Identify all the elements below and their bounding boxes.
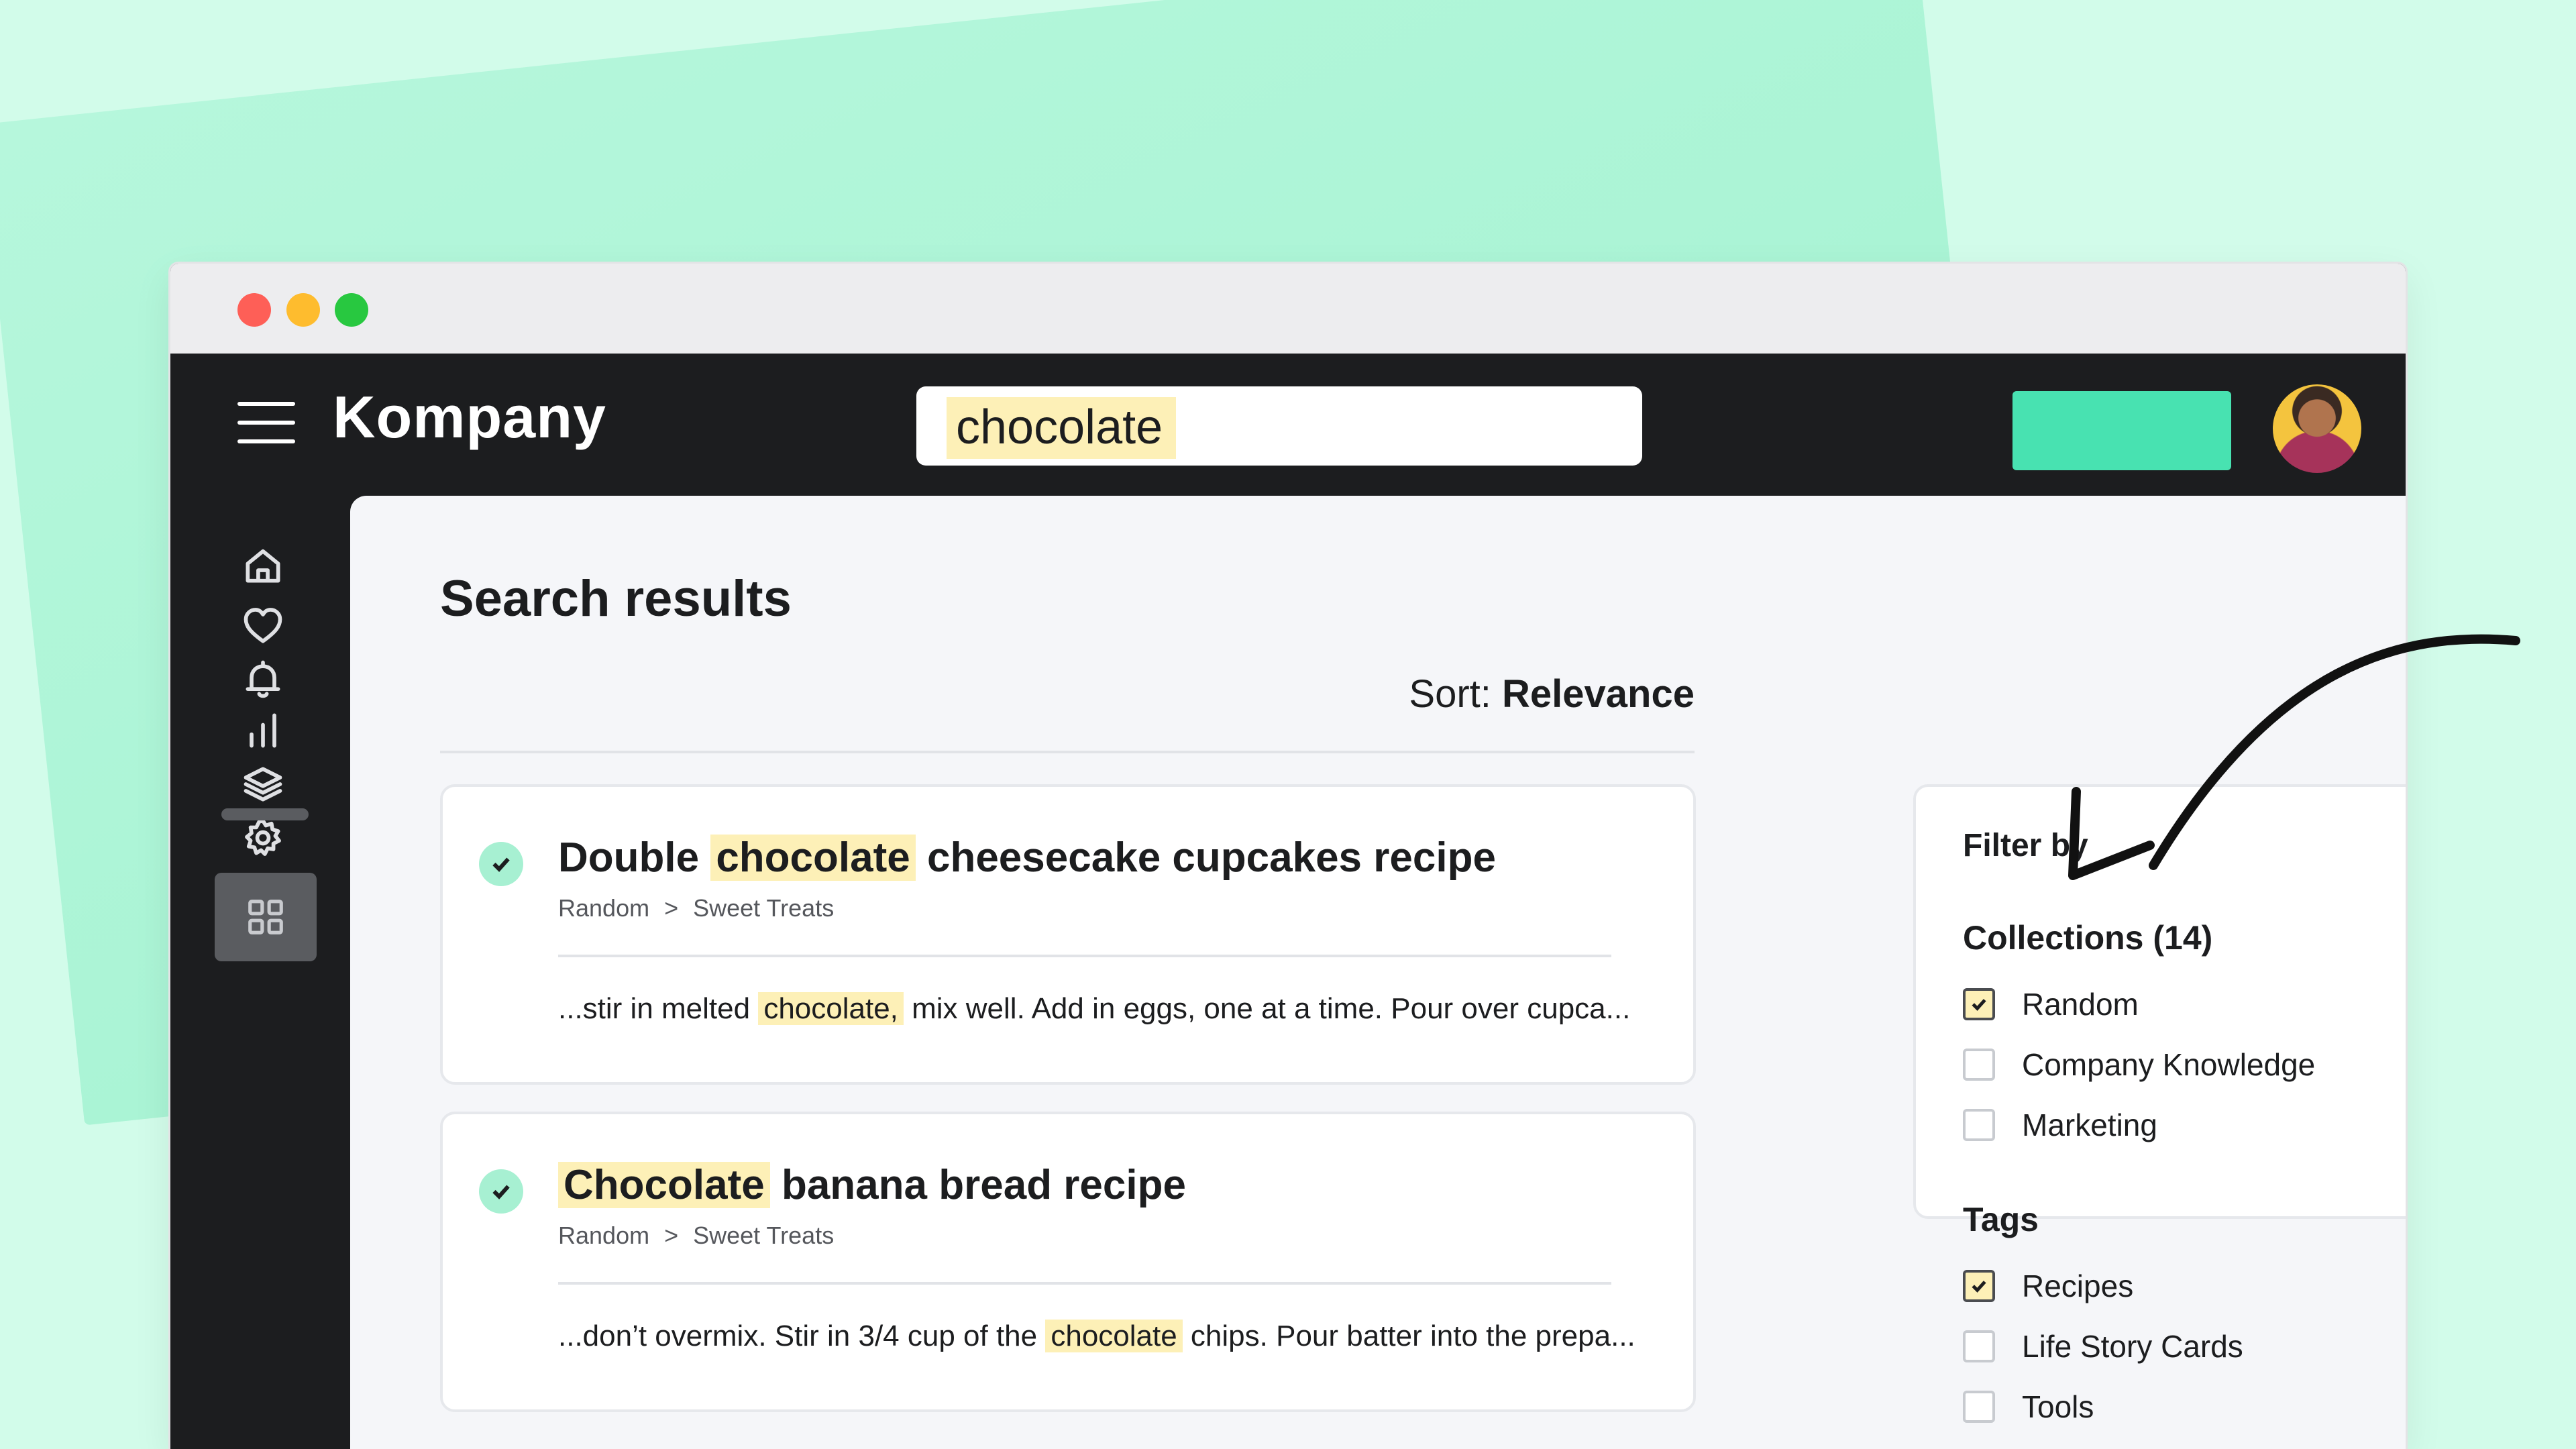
filter-option-label: Recipes: [2022, 1269, 2134, 1303]
breadcrumb-separator: >: [664, 894, 679, 922]
breadcrumb: Random > Sweet Treats: [558, 1222, 834, 1250]
home-icon[interactable]: [240, 543, 286, 588]
maximize-window-button[interactable]: [335, 293, 368, 327]
brand-logo[interactable]: Kompany: [333, 383, 606, 451]
breadcrumb-item[interactable]: Sweet Treats: [693, 1222, 834, 1249]
checkbox-checked[interactable]: [1963, 1270, 1995, 1302]
close-window-button[interactable]: [237, 293, 271, 327]
bell-icon[interactable]: [240, 657, 286, 702]
heart-icon[interactable]: [240, 603, 286, 649]
result-title-highlight: Chocolate: [558, 1162, 770, 1208]
result-title[interactable]: Double chocolate cheesecake cupcakes rec…: [558, 834, 1496, 881]
result-title-text: banana bread recipe: [769, 1162, 1186, 1208]
avatar[interactable]: [2273, 384, 2361, 473]
check-icon: [1972, 1281, 1986, 1293]
filter-option-life-story-cards[interactable]: Life Story Cards: [1963, 1328, 2243, 1365]
filter-option-company-knowledge[interactable]: Company Knowledge: [1963, 1046, 2315, 1083]
snippet-highlight: chocolate: [1045, 1320, 1183, 1352]
result-card[interactable]: Chocolate banana bread recipe Random > Swe…: [440, 1112, 1696, 1412]
checkbox[interactable]: [1963, 1330, 1995, 1362]
menu-icon[interactable]: [237, 402, 295, 443]
check-icon: [479, 1169, 523, 1214]
filter-option-label: Life Story Cards: [2022, 1329, 2243, 1364]
check-icon: [479, 842, 523, 886]
filter-option-recipes[interactable]: Recipes: [1963, 1267, 2133, 1305]
result-snippet: ...stir in melted chocolate, mix well. A…: [558, 992, 1630, 1026]
page-title: Search results: [440, 570, 792, 627]
filter-option-label: Marketing: [2022, 1108, 2157, 1142]
gear-icon[interactable]: [240, 815, 286, 861]
minimize-window-button[interactable]: [286, 293, 320, 327]
snippet-text: mix well. Add in eggs, one at a time. Po…: [903, 992, 1631, 1025]
checkbox[interactable]: [1963, 1391, 1995, 1423]
filter-option-tools[interactable]: Tools: [1963, 1388, 2094, 1426]
result-snippet: ...don’t overmix. Stir in 3/4 cup of the…: [558, 1320, 1635, 1353]
filter-option-marketing[interactable]: Marketing: [1963, 1106, 2157, 1144]
filter-option-random[interactable]: Random: [1963, 985, 2139, 1023]
result-title-text: Double: [558, 835, 711, 881]
bar-chart-icon[interactable]: [240, 708, 286, 753]
result-card[interactable]: Double chocolate cheesecake cupcakes rec…: [440, 784, 1696, 1085]
divider: [558, 955, 1611, 957]
breadcrumb: Random > Sweet Treats: [558, 894, 834, 922]
breadcrumb-item[interactable]: Random: [558, 1222, 649, 1249]
snippet-text: ...stir in melted: [558, 992, 759, 1025]
window-titlebar: [170, 264, 2406, 354]
snippet-text: ...don’t overmix. Stir in 3/4 cup of the: [558, 1320, 1046, 1352]
divider: [558, 1282, 1611, 1285]
divider: [440, 751, 1695, 753]
breadcrumb-item[interactable]: Sweet Treats: [693, 894, 834, 922]
sidebar: [170, 496, 350, 1449]
layers-icon[interactable]: [240, 761, 286, 807]
app-header: Kompany chocolate: [170, 354, 2406, 496]
search-query: chocolate: [947, 397, 1177, 459]
search-input[interactable]: chocolate: [916, 386, 1642, 466]
check-icon: [1972, 999, 1986, 1011]
filter-option-label: Company Knowledge: [2022, 1047, 2316, 1082]
primary-action-button[interactable]: [2012, 391, 2231, 470]
sidebar-divider: [221, 808, 309, 820]
snippet-text: chips. Pour batter into the prepa...: [1182, 1320, 1635, 1352]
arrow-annotation-icon: [2053, 624, 2522, 892]
result-title-highlight: chocolate: [710, 835, 916, 881]
sort-dropdown[interactable]: Sort: Relevance: [1409, 672, 1695, 716]
breadcrumb-separator: >: [664, 1222, 679, 1249]
collections-heading: Collections (14): [1963, 919, 2213, 957]
result-title-text: cheesecake cupcakes recipe: [915, 835, 1496, 881]
grid-icon[interactable]: [215, 873, 317, 961]
breadcrumb-item[interactable]: Random: [558, 894, 649, 922]
filter-option-label: Tools: [2022, 1389, 2094, 1424]
checkbox-checked[interactable]: [1963, 988, 1995, 1020]
checkbox[interactable]: [1963, 1049, 1995, 1081]
filter-option-label: Random: [2022, 987, 2139, 1022]
tags-heading: Tags: [1963, 1201, 2039, 1238]
checkbox[interactable]: [1963, 1109, 1995, 1141]
sort-label: Sort:: [1409, 672, 1491, 716]
snippet-highlight: chocolate,: [758, 992, 904, 1025]
sort-value: Relevance: [1502, 672, 1695, 716]
result-title[interactable]: Chocolate banana bread recipe: [558, 1161, 1186, 1209]
